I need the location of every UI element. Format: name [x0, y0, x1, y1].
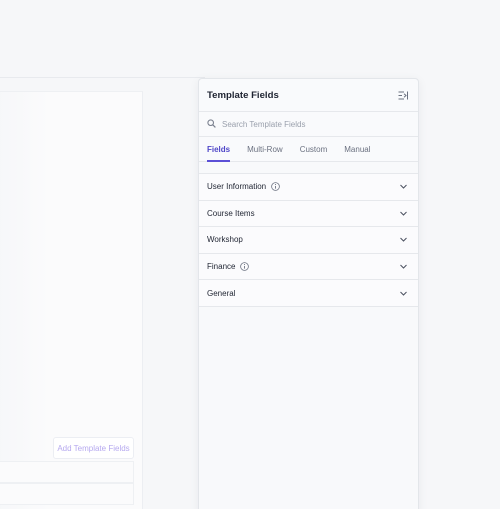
tab-bar: Fields Multi-Row Custom Manual [199, 137, 418, 162]
tab-custom[interactable]: Custom [300, 137, 328, 161]
section-header: User Information [207, 182, 280, 191]
background-row [0, 483, 134, 505]
search-input[interactable] [222, 119, 410, 129]
panel-title: Template Fields [207, 89, 279, 101]
stage: Add Template Fields Template Fields Sear… [0, 0, 500, 509]
search-icon [207, 119, 217, 129]
field-sections: User Information Course Items Workshop F… [199, 173, 418, 307]
template-fields-panel: Template Fields Fields [198, 78, 419, 509]
section-finance[interactable]: Finance [199, 253, 418, 281]
section-workshop[interactable]: Workshop [199, 227, 418, 254]
search-bar [199, 112, 418, 137]
section-header: General [207, 289, 235, 298]
chevron-down-icon [399, 262, 408, 271]
chevron-down-icon [399, 289, 408, 298]
section-general[interactable]: General [199, 280, 418, 307]
section-course-items[interactable]: Course Items [199, 200, 418, 228]
tab-multi-row[interactable]: Multi-Row [247, 137, 283, 161]
section-user-information[interactable]: User Information [199, 174, 418, 201]
chevron-down-icon [399, 182, 408, 191]
section-header: Workshop [207, 235, 243, 244]
info-icon[interactable] [271, 182, 280, 192]
chevron-down-icon [399, 209, 408, 218]
tab-fields[interactable]: Fields [207, 137, 231, 162]
tab-manual[interactable]: Manual [344, 137, 370, 161]
section-label: Course Items [207, 208, 255, 218]
add-template-fields-button[interactable]: Add Template Fields [53, 437, 134, 459]
section-label: Finance [207, 262, 236, 272]
chevron-down-icon [399, 235, 408, 244]
section-label: User Information [207, 182, 267, 192]
section-label: General [207, 288, 236, 298]
background-row [0, 461, 134, 483]
section-label: Workshop [207, 235, 243, 245]
background-divider [0, 77, 205, 78]
panel-header: Template Fields [199, 79, 418, 112]
section-header: Finance [207, 262, 250, 272]
info-icon[interactable] [240, 262, 250, 271]
collapse-panel-icon[interactable] [397, 89, 409, 101]
section-header: Course Items [207, 209, 255, 218]
